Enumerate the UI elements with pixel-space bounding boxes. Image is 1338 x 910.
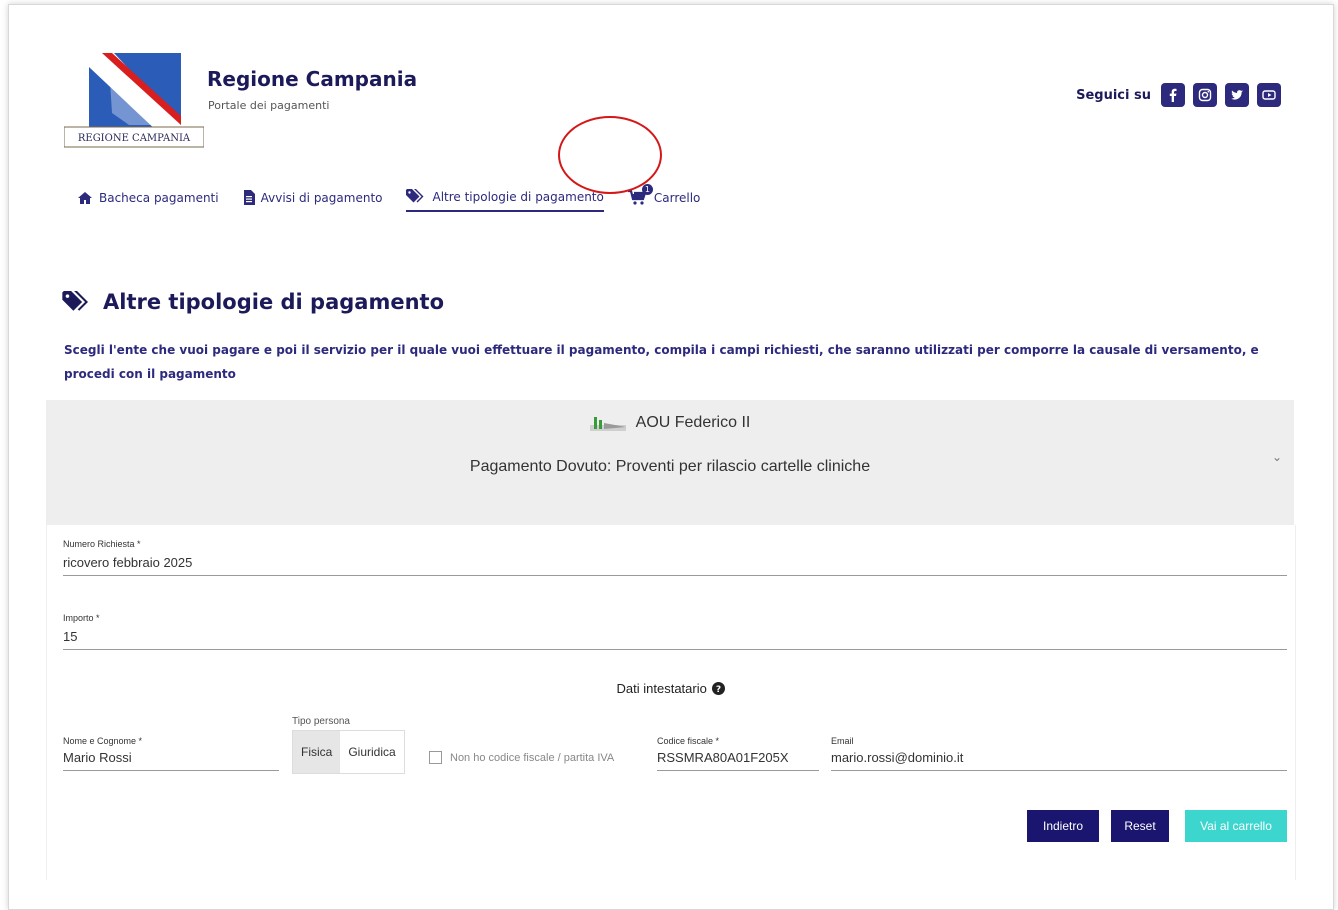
nome-cognome-label: Nome e Cognome * — [63, 736, 143, 746]
help-icon[interactable]: ? — [712, 682, 726, 695]
dati-intestatario-title: Dati intestatario ? — [47, 681, 1295, 696]
codice-fiscale-value[interactable]: RSSMRA80A01F205X — [657, 750, 819, 770]
service-name: Pagamento Dovuto: Proventi per rilascio … — [469, 458, 871, 475]
social-label: Seguici su — [1076, 87, 1151, 103]
tags-icon — [62, 291, 88, 311]
payment-form: Numero Richiesta * ricovero febbraio 202… — [46, 525, 1296, 880]
entity-name: AOU Federico II — [635, 414, 751, 431]
tipo-persona-toggle: Fisica Giuridica — [292, 730, 405, 774]
vai-al-carrello-button[interactable]: Vai al carrello — [1185, 810, 1287, 842]
nav-item-label: Altre tipologie di pagamento — [432, 189, 604, 204]
codice-fiscale-label: Codice fiscale * — [657, 736, 720, 746]
no-codice-fiscale-label: Non ho codice fiscale / partita IVA — [450, 751, 615, 764]
facebook-icon[interactable] — [1161, 83, 1185, 107]
tags-icon — [406, 189, 424, 203]
page-title: Altre tipologie di pagamento — [61, 290, 444, 314]
site-title: Regione Campania — [207, 67, 418, 91]
nav-item-bacheca[interactable]: Bacheca pagamenti — [77, 191, 219, 211]
dati-intestatario-label: Dati intestatario — [616, 681, 707, 696]
email-value[interactable]: mario.rossi@dominio.it — [831, 750, 1287, 770]
numero-richiesta-label: Numero Richiesta * — [63, 539, 141, 549]
reset-button[interactable]: Reset — [1111, 810, 1169, 842]
main-nav: Bacheca pagamenti Avvisi di pagamento Al… — [77, 184, 701, 212]
importo-value[interactable]: 15 — [63, 629, 1287, 649]
tipo-persona-label: Tipo persona — [292, 716, 350, 727]
tipo-giuridica-option[interactable]: Giuridica — [340, 731, 403, 773]
importo-label: Importo * — [63, 613, 100, 623]
entity-logo-icon — [589, 417, 626, 431]
nome-cognome-field[interactable]: Nome e Cognome * Mario Rossi — [63, 736, 279, 771]
nav-item-label: Carrello — [653, 190, 701, 205]
numero-richiesta-field[interactable]: Numero Richiesta * ricovero febbraio 202… — [63, 539, 1287, 576]
checkbox-box[interactable] — [429, 751, 442, 764]
page-title-text: Altre tipologie di pagamento — [103, 290, 444, 314]
nav-item-carrello[interactable]: 1 Carrello — [627, 184, 701, 211]
nome-cognome-value[interactable]: Mario Rossi — [63, 750, 279, 770]
indietro-button[interactable]: Indietro — [1027, 810, 1099, 842]
nav-item-altre-tipologie[interactable]: Altre tipologie di pagamento — [406, 189, 604, 212]
email-label: Email — [831, 736, 854, 746]
nav-item-avvisi[interactable]: Avvisi di pagamento — [243, 190, 383, 211]
service-accordion-header[interactable]: AOU Federico II Pagamento Dovuto: Proven… — [46, 400, 1294, 525]
tipo-fisica-option[interactable]: Fisica — [293, 731, 341, 773]
nav-item-label: Bacheca pagamenti — [99, 190, 219, 205]
youtube-icon[interactable] — [1257, 83, 1281, 107]
cart-icon: 1 — [627, 184, 653, 205]
instagram-icon[interactable] — [1193, 83, 1217, 107]
twitter-icon[interactable] — [1225, 83, 1249, 107]
social-links: Seguici su — [1076, 83, 1281, 107]
codice-fiscale-field[interactable]: Codice fiscale * RSSMRA80A01F205X — [657, 736, 819, 771]
home-icon — [78, 191, 92, 204]
numero-richiesta-value[interactable]: ricovero febbraio 2025 — [63, 555, 1287, 575]
cart-badge: 1 — [641, 184, 653, 195]
entity-row: AOU Federico II — [46, 414, 1294, 432]
no-codice-fiscale-checkbox[interactable]: Non ho codice fiscale / partita IVA — [429, 751, 614, 764]
importo-field[interactable]: Importo * 15 — [63, 613, 1287, 650]
page-description: Scegli l'ente che vuoi pagare e poi il s… — [64, 343, 1259, 381]
document-icon — [243, 190, 255, 205]
email-field[interactable]: Email mario.rossi@dominio.it — [831, 736, 1287, 771]
nav-item-label: Avvisi di pagamento — [260, 190, 383, 205]
regione-campania-logo: REGIONE CAMPANIA — [64, 53, 204, 148]
svg-text:?: ? — [716, 685, 721, 695]
site-subtitle: Portale dei pagamenti — [208, 99, 330, 112]
logo-text: REGIONE CAMPANIA — [78, 133, 191, 144]
chevron-down-icon[interactable]: ⌄ — [1272, 450, 1282, 464]
